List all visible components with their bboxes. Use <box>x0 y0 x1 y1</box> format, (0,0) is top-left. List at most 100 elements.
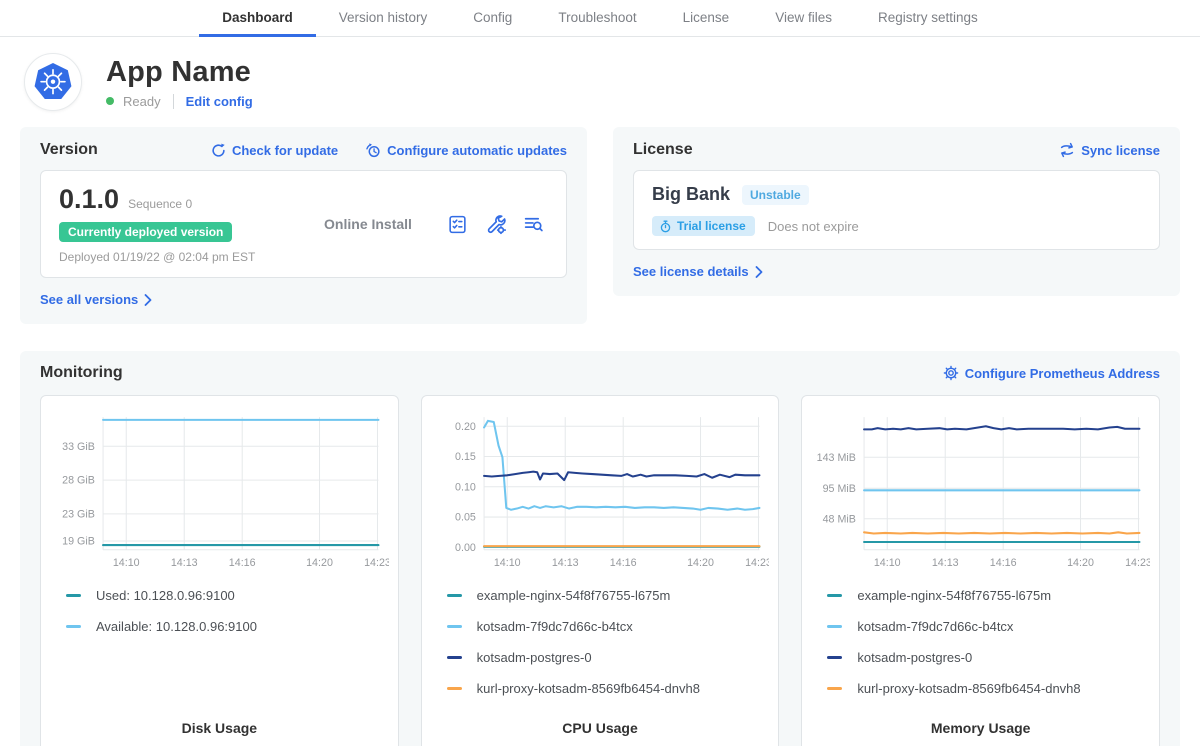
monitoring-title: Monitoring <box>40 364 123 382</box>
see-license-details-label: See license details <box>633 264 749 279</box>
svg-text:14:13: 14:13 <box>932 557 959 569</box>
license-card: License Sync license Big Bank Unstable <box>613 127 1180 296</box>
svg-text:33 GiB: 33 GiB <box>62 441 95 453</box>
sync-arrows-icon <box>1059 142 1075 158</box>
tab-config[interactable]: Config <box>450 0 535 37</box>
version-sequence: Sequence 0 <box>128 197 192 211</box>
disk-usage-chart-title: Disk Usage <box>50 704 389 745</box>
check-for-update-label: Check for update <box>232 143 338 158</box>
legend-label: kotsadm-7f9dc7d66c-b4tcx <box>857 619 1013 634</box>
legend-item: kurl-proxy-kotsadm-8569fb6454-dnvh8 <box>447 673 770 704</box>
deployed-badge: Currently deployed version <box>59 222 232 242</box>
tab-dashboard[interactable]: Dashboard <box>199 0 316 37</box>
configure-prometheus-button[interactable]: Configure Prometheus Address <box>943 365 1160 381</box>
channel-badge: Unstable <box>742 185 809 205</box>
svg-text:19 GiB: 19 GiB <box>62 536 95 548</box>
legend-label: kotsadm-postgres-0 <box>857 650 972 665</box>
refresh-icon <box>211 143 226 158</box>
tab-view-files[interactable]: View files <box>752 0 855 37</box>
checklist-icon[interactable] <box>447 214 468 235</box>
check-for-update-button[interactable]: Check for update <box>211 143 338 158</box>
svg-text:0.05: 0.05 <box>455 512 476 524</box>
svg-text:0.10: 0.10 <box>455 481 476 493</box>
trial-license-badge: Trial license <box>652 216 755 236</box>
legend-swatch <box>827 625 842 628</box>
legend-item: kotsadm-7f9dc7d66c-b4tcx <box>447 611 770 642</box>
configure-prometheus-label: Configure Prometheus Address <box>965 366 1160 381</box>
legend-swatch <box>827 687 842 690</box>
install-type-label: Online Install <box>289 216 447 232</box>
clock-arrow-icon <box>366 143 381 158</box>
svg-text:0.00: 0.00 <box>455 542 476 554</box>
see-all-versions-link[interactable]: See all versions <box>40 292 152 307</box>
svg-text:48 MiB: 48 MiB <box>823 513 856 525</box>
wrench-gear-icon[interactable] <box>485 214 506 235</box>
see-all-versions-label: See all versions <box>40 292 138 307</box>
see-license-details-link[interactable]: See license details <box>633 264 763 279</box>
version-number: 0.1.0 <box>59 184 119 215</box>
monitoring-panel: Monitoring Configure Prometheus Address … <box>20 351 1180 746</box>
cpu-usage-chart-title: CPU Usage <box>431 704 770 745</box>
svg-text:95 MiB: 95 MiB <box>823 483 856 495</box>
svg-text:0.15: 0.15 <box>455 451 476 463</box>
license-card-title: License <box>633 141 693 159</box>
svg-text:28 GiB: 28 GiB <box>62 475 95 487</box>
memory-usage-chart-title: Memory Usage <box>811 704 1150 745</box>
legend-swatch <box>447 594 462 597</box>
license-expiry: Does not expire <box>768 219 859 234</box>
svg-text:143 MiB: 143 MiB <box>817 452 856 464</box>
legend-label: kotsadm-7f9dc7d66c-b4tcx <box>477 619 633 634</box>
svg-text:14:20: 14:20 <box>1067 557 1094 569</box>
svg-text:14:20: 14:20 <box>306 557 333 569</box>
app-header: App Name Ready Edit config <box>0 37 1200 117</box>
legend-item: kotsadm-postgres-0 <box>827 642 1150 673</box>
edit-config-link[interactable]: Edit config <box>186 94 253 109</box>
license-name: Big Bank <box>652 184 730 205</box>
page-title: App Name <box>106 56 253 89</box>
svg-text:14:23: 14:23 <box>745 557 770 569</box>
svg-text:14:16: 14:16 <box>609 557 636 569</box>
disk-usage-chart-card: 19 GiB23 GiB28 GiB33 GiB14:1014:1314:161… <box>40 395 399 746</box>
divider <box>173 94 174 109</box>
gear-icon <box>943 365 959 381</box>
sync-license-button[interactable]: Sync license <box>1059 142 1160 158</box>
memory-usage-chart-card: 48 MiB 95 MiB 143 MiB 14:10 14:13 14:16 14:20 1… <box>801 395 1160 746</box>
svg-text:14:16: 14:16 <box>990 557 1017 569</box>
svg-text:14:13: 14:13 <box>171 557 198 569</box>
tab-version-history[interactable]: Version history <box>316 0 451 37</box>
charts-row: 19 GiB 23 GiB 28 GiB 33 GiB 14:10 14:13 14:16 1… <box>40 395 1160 746</box>
legend-label: kurl-proxy-kotsadm-8569fb6454-dnvh8 <box>857 681 1080 696</box>
legend-swatch <box>447 687 462 690</box>
legend-label: Available: 10.128.0.96:9100 <box>96 619 257 634</box>
legend-label: example-nginx-54f8f76755-l675m <box>857 588 1051 603</box>
summary-cards-row: Version Check for update <box>20 127 1180 324</box>
trial-license-label: Trial license <box>677 219 746 233</box>
legend-swatch <box>827 656 842 659</box>
kubernetes-logo <box>24 53 82 111</box>
svg-text:14:10: 14:10 <box>113 557 140 569</box>
svg-text:23 GiB: 23 GiB <box>62 508 95 520</box>
svg-text:0.20: 0.20 <box>455 421 476 433</box>
legend-swatch <box>447 656 462 659</box>
legend-item: Used: 10.128.0.96:9100 <box>66 580 389 611</box>
svg-text:14:10: 14:10 <box>874 557 901 569</box>
legend-label: Used: 10.128.0.96:9100 <box>96 588 235 603</box>
cpu-usage-legend: example-nginx-54f8f76755-l675m kotsadm-7f… <box>447 580 770 704</box>
configure-automatic-updates-label: Configure automatic updates <box>387 143 567 158</box>
disk-usage-chart: 19 GiB23 GiB28 GiB33 GiB14:1014:1314:161… <box>50 409 389 576</box>
tab-license[interactable]: License <box>660 0 753 37</box>
svg-text:14:23: 14:23 <box>1125 557 1150 569</box>
legend-swatch <box>827 594 842 597</box>
sync-license-label: Sync license <box>1081 143 1160 158</box>
memory-usage-chart: 48 MiB 95 MiB 143 MiB 14:10 14:13 14:16 14:20 1… <box>811 409 1150 576</box>
svg-text:14:13: 14:13 <box>551 557 578 569</box>
tab-registry-settings[interactable]: Registry settings <box>855 0 1001 37</box>
cpu-usage-chart: 0.000.050.100.150.2014:1014:1314:1614:20… <box>431 409 770 576</box>
diff-search-icon[interactable] <box>523 214 544 235</box>
legend-item: Available: 10.128.0.96:9100 <box>66 611 389 642</box>
configure-automatic-updates-button[interactable]: Configure automatic updates <box>366 143 567 158</box>
tab-troubleshoot[interactable]: Troubleshoot <box>535 0 659 37</box>
legend-label: example-nginx-54f8f76755-l675m <box>477 588 671 603</box>
current-version-card: 0.1.0 Sequence 0 Currently deployed vers… <box>40 170 567 278</box>
legend-label: kurl-proxy-kotsadm-8569fb6454-dnvh8 <box>477 681 700 696</box>
